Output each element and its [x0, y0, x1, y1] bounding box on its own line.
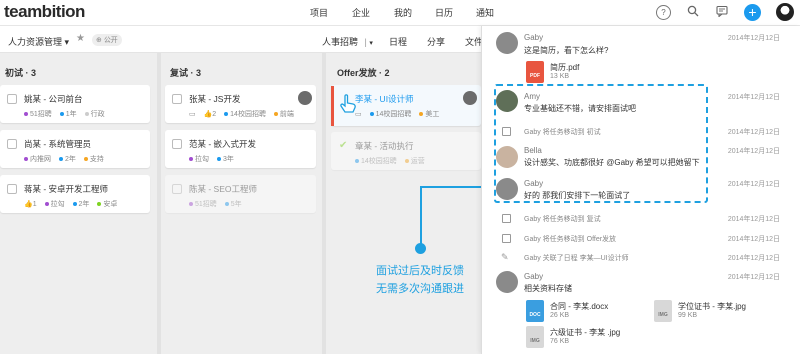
add-button[interactable]: + — [744, 4, 761, 21]
activity-date: 2014年12月12日 — [727, 236, 780, 243]
activity-date: 2014年12月12日 — [727, 35, 780, 42]
activity-date: 2014年12月12日 — [727, 148, 780, 155]
comment-icon: ▭ — [189, 111, 196, 118]
task-tags: 内推网 2年 支持 — [24, 154, 110, 164]
activity-text: 相关资料存储 — [524, 284, 572, 293]
task-title: 尚某 - 系统管理员 — [24, 139, 92, 149]
pdf-file-icon[interactable]: PDF — [526, 61, 544, 83]
nav-enterprise[interactable]: 企业 — [352, 6, 370, 19]
activity-date: 2014年12月12日 — [727, 216, 780, 223]
activity-date: 2014年12月12日 — [727, 181, 780, 188]
activity-text: 这是简历，看下怎么样? — [524, 46, 609, 55]
callout-text: 面试过后及时反馈 无需多次沟通跟进 — [376, 265, 464, 295]
help-icon[interactable]: ? — [656, 5, 671, 20]
callout-dot — [415, 243, 426, 254]
star-icon[interactable]: ★ — [76, 33, 85, 44]
image-file-icon[interactable]: IMG — [526, 326, 544, 348]
task-title: 张某 - JS开发 — [189, 94, 241, 104]
activity-author: Gaby — [524, 272, 544, 281]
task-tags: ▭ 👍2 14校园招聘 前端 — [189, 111, 294, 118]
nav-projects[interactable]: 项目 — [310, 6, 328, 19]
avatar — [496, 271, 518, 293]
file-size: 13 KB — [550, 73, 570, 80]
system-activity: Gaby 将任务移动到 Offer发放 — [524, 236, 617, 243]
task-checkbox[interactable] — [7, 139, 17, 149]
task-card[interactable]: ✔ 章某 - 活动执行 14校园招聘 运营 — [331, 132, 481, 170]
task-card[interactable]: 陈某 - SEO工程师 51招聘 5年 — [165, 175, 316, 213]
task-checkbox[interactable] — [7, 184, 17, 194]
top-bar: teambition 项目 企业 我的 日历 通知 ? + — [0, 0, 800, 26]
activity-date: 2014年12月12日 — [727, 255, 780, 262]
image-file-icon[interactable]: IMG — [654, 300, 672, 322]
doc-file-icon[interactable]: DOC — [526, 300, 544, 322]
activity-date: 2014年12月12日 — [727, 94, 780, 101]
callout-line — [420, 186, 422, 248]
task-card[interactable]: 尚某 - 系统管理员 内推网 2年 支持 — [0, 130, 150, 168]
task-title: 姚某 - 公司前台 — [24, 94, 83, 104]
app-logo[interactable]: teambition — [4, 2, 85, 22]
assignee-avatar — [463, 91, 477, 105]
tab-share[interactable]: 分享 — [427, 35, 445, 48]
selected-indicator — [331, 86, 334, 126]
move-icon — [502, 214, 511, 223]
file-name[interactable]: 六级证书 - 李某 .jpg — [550, 327, 620, 338]
pointer-hand-icon — [339, 94, 357, 114]
file-name[interactable]: 合同 - 李某.docx — [550, 301, 608, 312]
public-badge: ⊕ 公开 — [92, 34, 122, 46]
task-title: 陈某 - SEO工程师 — [189, 184, 258, 194]
task-title: 李某 - UI设计师 — [355, 94, 414, 104]
project-name[interactable]: 人力资源管理 ▾ — [8, 35, 69, 48]
column-title-first-interview: 初试 · 3 — [5, 68, 37, 78]
task-card[interactable]: 蒋某 - 安卓开发工程师 👍1 拉勾 2年 安卓 — [0, 175, 150, 213]
done-check-icon[interactable]: ✔ — [339, 140, 347, 151]
assignee-avatar — [298, 91, 312, 105]
column-title-offer: Offer发放 · 2 — [337, 68, 390, 78]
chat-icon[interactable] — [714, 5, 729, 20]
task-title: 蒋某 - 安卓开发工程师 — [24, 184, 109, 194]
task-checkbox[interactable] — [172, 139, 182, 149]
file-name[interactable]: 学位证书 - 李某.jpg — [678, 301, 746, 312]
like-icon: 👍 — [24, 201, 33, 208]
task-tags: 51招聘 5年 — [189, 199, 248, 209]
task-tags: 👍1 拉勾 2年 安卓 — [24, 201, 118, 208]
tab-schedule[interactable]: 日程 — [389, 35, 407, 48]
file-name[interactable]: 简历.pdf — [550, 62, 579, 73]
avatar — [496, 32, 518, 54]
activity-date: 2014年12月12日 — [727, 274, 780, 281]
task-tags: 拉勾 3年 — [189, 154, 240, 164]
nav-mine[interactable]: 我的 — [394, 6, 412, 19]
like-icon: 👍 — [203, 111, 213, 118]
task-tags: 14校园招聘 运营 — [355, 156, 431, 166]
task-checkbox[interactable] — [7, 94, 17, 104]
search-icon[interactable] — [685, 5, 700, 20]
user-avatar[interactable] — [776, 3, 794, 21]
task-title: 章某 - 活动执行 — [355, 141, 414, 151]
task-card[interactable]: 范某 - 嵌入式开发 拉勾 3年 — [165, 130, 316, 168]
task-title: 范某 - 嵌入式开发 — [189, 139, 257, 149]
file-size: 99 KB — [678, 312, 698, 319]
nav-calendar[interactable]: 日历 — [435, 6, 453, 19]
move-icon — [502, 234, 511, 243]
task-tags: ▭ 14校园招聘 美工 — [355, 111, 440, 118]
task-tags: 51招聘 1年 行政 — [24, 109, 111, 119]
task-checkbox[interactable] — [172, 184, 182, 194]
system-activity: Gaby 关联了日程 李某—UI设计师 — [524, 255, 629, 262]
activity-date: 2014年12月12日 — [727, 129, 780, 136]
task-checkbox[interactable] — [172, 94, 182, 104]
pencil-icon: ✎ — [501, 252, 509, 262]
task-card[interactable]: 张某 - JS开发 ▭ 👍2 14校园招聘 前端 — [165, 85, 316, 123]
system-activity: Gaby 将任务移动到 复试 — [524, 216, 601, 223]
file-size: 76 KB — [550, 338, 570, 345]
file-size: 26 KB — [550, 312, 570, 319]
highlight-box — [494, 84, 708, 203]
activity-author: Gaby — [524, 33, 544, 42]
column-title-second-interview: 复试 · 3 — [170, 68, 202, 78]
task-card[interactable]: 姚某 - 公司前台 51招聘 1年 行政 — [0, 85, 150, 123]
nav-notifications[interactable]: 通知 — [476, 6, 494, 19]
